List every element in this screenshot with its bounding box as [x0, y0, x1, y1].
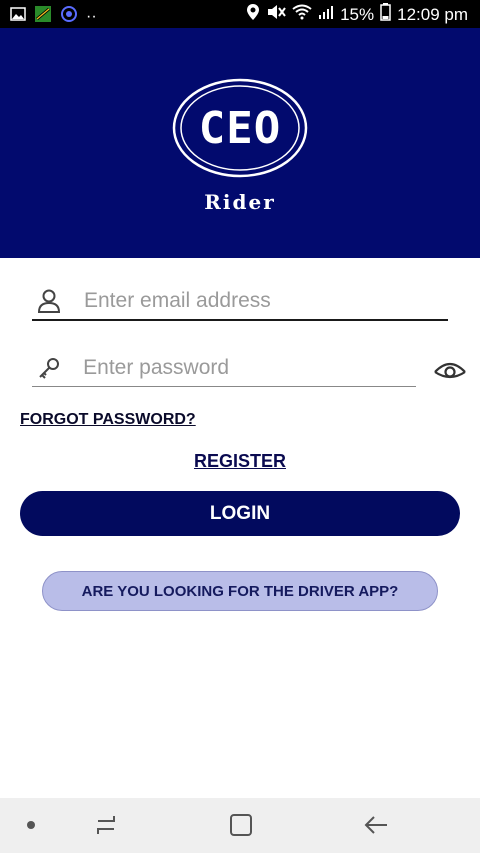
ceo-logo: CEO	[172, 78, 308, 178]
alert-notification-icon	[60, 5, 78, 28]
battery-percentage: 15%	[340, 4, 375, 24]
app-notification-icon	[34, 5, 52, 28]
recent-apps-button[interactable]	[92, 812, 120, 838]
key-icon	[36, 353, 75, 383]
login-button-label: LOGIN	[209, 502, 271, 524]
toggle-password-visibility-button[interactable]	[432, 356, 468, 384]
app-header: CEO Rider	[0, 28, 480, 258]
login-button[interactable]: LOGIN	[20, 491, 460, 536]
mute-icon	[266, 3, 286, 26]
password-input[interactable]	[83, 356, 416, 380]
email-field[interactable]	[32, 283, 448, 321]
home-button[interactable]	[228, 812, 254, 838]
back-arrow-icon	[364, 816, 387, 834]
signal-icon	[318, 4, 334, 25]
eye-icon	[434, 362, 466, 379]
clock: 12:09 pm	[397, 4, 468, 24]
driver-app-button[interactable]: ARE YOU LOOKING FOR THE DRIVER APP?	[42, 571, 438, 611]
nav-indicator-dot-icon	[27, 821, 35, 829]
recent-apps-icon	[97, 816, 115, 834]
system-navigation-bar	[0, 798, 480, 853]
user-icon	[36, 286, 76, 316]
forgot-password-link[interactable]: FORGOT PASSWORD?	[20, 411, 196, 429]
register-link[interactable]: REGISTER	[0, 451, 480, 472]
app-subtitle: Rider	[204, 190, 276, 214]
email-input[interactable]	[84, 289, 424, 313]
status-bar: ·· 15% 12:09 pm	[0, 0, 480, 28]
battery-icon	[380, 3, 391, 26]
image-notification-icon	[10, 7, 26, 26]
home-icon	[230, 814, 252, 836]
back-button[interactable]	[362, 812, 390, 838]
wifi-icon	[292, 4, 312, 25]
driver-app-button-label: ARE YOU LOOKING FOR THE DRIVER APP?	[81, 582, 399, 600]
location-icon	[246, 3, 260, 26]
password-field[interactable]	[32, 350, 416, 387]
logo-text: CEO	[198, 102, 282, 154]
more-notifications: ··	[86, 7, 97, 25]
